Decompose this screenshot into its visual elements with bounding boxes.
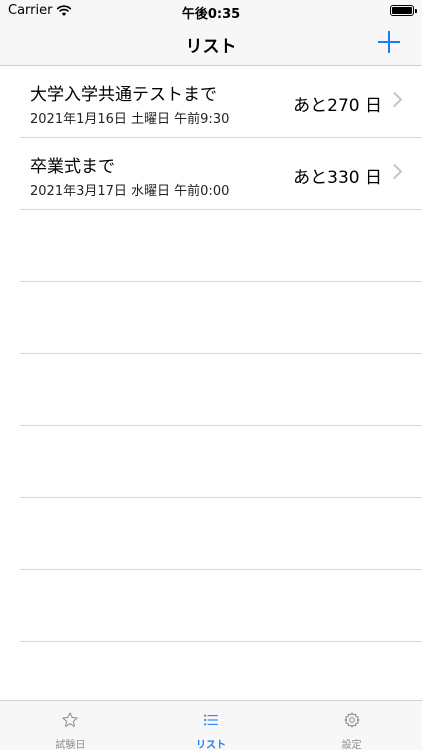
battery-icon bbox=[390, 5, 417, 16]
plus-icon[interactable] bbox=[378, 31, 400, 53]
empty-row bbox=[20, 282, 422, 354]
status-bar: Carrier 午後0:35 bbox=[0, 0, 422, 22]
tab-label: 試験日 bbox=[55, 740, 86, 751]
tab-label: リスト bbox=[196, 740, 226, 751]
tab-list[interactable]: リスト bbox=[141, 701, 282, 751]
item-remaining: あと270 日 bbox=[293, 96, 382, 116]
chevron-right-icon bbox=[386, 163, 403, 180]
empty-row bbox=[20, 498, 422, 570]
page-title: リスト bbox=[185, 37, 237, 57]
navigation-bar: リスト bbox=[0, 22, 422, 66]
star-icon bbox=[62, 712, 78, 727]
empty-row bbox=[20, 210, 422, 282]
item-date: 2021年3月17日 水曜日 午前0:00 bbox=[30, 184, 230, 199]
empty-row bbox=[20, 570, 422, 642]
empty-row bbox=[20, 354, 422, 426]
empty-row bbox=[20, 426, 422, 498]
countdown-list: 大学入学共通テストまで 2021年1月16日 土曜日 午前9:30 あと270 … bbox=[0, 66, 422, 642]
gear-icon bbox=[344, 712, 360, 728]
list-icon bbox=[204, 714, 218, 726]
tab-bar: 試験日 リスト 設定 bbox=[0, 700, 422, 751]
status-time: 午後0:35 bbox=[181, 7, 241, 22]
chevron-right-icon bbox=[386, 91, 403, 108]
tab-label: 設定 bbox=[341, 740, 362, 751]
tab-settings[interactable]: 設定 bbox=[281, 701, 422, 751]
item-remaining: あと330 日 bbox=[293, 168, 382, 188]
list-item[interactable]: 大学入学共通テストまで 2021年1月16日 土曜日 午前9:30 あと270 … bbox=[20, 66, 422, 138]
tab-exam-date[interactable]: 試験日 bbox=[0, 701, 141, 751]
item-date: 2021年1月16日 土曜日 午前9:30 bbox=[30, 112, 230, 127]
item-title: 大学入学共通テストまで bbox=[30, 85, 217, 105]
item-title: 卒業式まで bbox=[30, 157, 115, 177]
list-item[interactable]: 卒業式まで 2021年3月17日 水曜日 午前0:00 あと330 日 bbox=[20, 138, 422, 210]
